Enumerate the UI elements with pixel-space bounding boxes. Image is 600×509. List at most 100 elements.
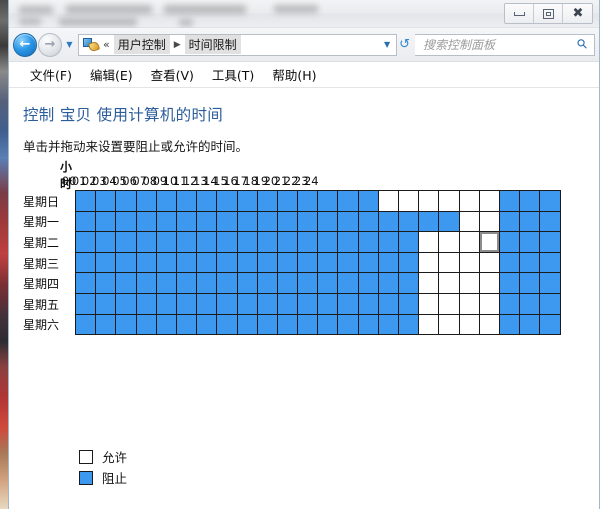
schedule-cell[interactable]	[136, 293, 156, 314]
schedule-cell[interactable]	[76, 314, 96, 335]
search-icon[interactable]: ⚲	[575, 36, 592, 53]
schedule-cell[interactable]	[318, 232, 338, 252]
schedule-cell[interactable]	[540, 232, 560, 252]
schedule-cell[interactable]	[439, 314, 459, 335]
schedule-cell[interactable]	[439, 191, 459, 211]
schedule-cell[interactable]	[318, 252, 338, 273]
schedule-cell[interactable]	[520, 273, 540, 293]
schedule-cell[interactable]	[399, 232, 419, 252]
search-input[interactable]: 搜索控制面板	[423, 36, 495, 53]
schedule-cell[interactable]	[237, 314, 257, 335]
schedule-cell[interactable]	[338, 293, 358, 314]
breadcrumb-overflow-icon[interactable]: «	[102, 38, 111, 51]
schedule-cell[interactable]	[277, 232, 298, 252]
schedule-cell[interactable]	[136, 273, 156, 293]
schedule-cell[interactable]	[520, 191, 540, 211]
schedule-cell[interactable]	[499, 293, 520, 314]
schedule-cell[interactable]	[277, 273, 298, 293]
schedule-cell[interactable]	[479, 252, 499, 273]
schedule-cell[interactable]	[318, 191, 338, 211]
schedule-cell[interactable]	[156, 191, 176, 211]
schedule-cell[interactable]	[358, 314, 378, 335]
breadcrumb-item-time-limits[interactable]: 时间限制	[184, 35, 241, 54]
schedule-cell[interactable]	[479, 232, 499, 252]
schedule-cell[interactable]	[540, 273, 560, 293]
schedule-cell[interactable]	[197, 252, 217, 273]
schedule-cell[interactable]	[540, 293, 560, 314]
schedule-cell[interactable]	[176, 252, 197, 273]
schedule-cell[interactable]	[399, 314, 419, 335]
recent-pages-button[interactable]: ▼	[62, 33, 77, 57]
schedule-cell[interactable]	[459, 252, 479, 273]
schedule-cell[interactable]	[237, 273, 257, 293]
menu-file[interactable]: 文件(F)	[21, 62, 81, 87]
schedule-cell[interactable]	[277, 211, 298, 232]
schedule-cell[interactable]	[358, 211, 378, 232]
schedule-cell[interactable]	[318, 293, 338, 314]
schedule-cell[interactable]	[156, 293, 176, 314]
schedule-cell[interactable]	[378, 252, 398, 273]
schedule-cell[interactable]	[459, 211, 479, 232]
schedule-cell[interactable]	[419, 211, 439, 232]
schedule-cell[interactable]	[96, 293, 116, 314]
schedule-cell[interactable]	[499, 232, 520, 252]
schedule-cell[interactable]	[419, 232, 439, 252]
schedule-cell[interactable]	[378, 273, 398, 293]
schedule-cell[interactable]	[298, 191, 318, 211]
schedule-cell[interactable]	[338, 252, 358, 273]
schedule-cell[interactable]	[136, 191, 156, 211]
schedule-cell[interactable]	[338, 273, 358, 293]
schedule-cell[interactable]	[96, 211, 116, 232]
schedule-cell[interactable]	[257, 211, 277, 232]
schedule-cell[interactable]	[217, 211, 237, 232]
schedule-cell[interactable]	[479, 273, 499, 293]
schedule-cell[interactable]	[156, 314, 176, 335]
schedule-cell[interactable]	[257, 191, 277, 211]
schedule-cell[interactable]	[156, 232, 176, 252]
schedule-cell[interactable]	[338, 232, 358, 252]
schedule-cell[interactable]	[499, 314, 520, 335]
schedule-cell[interactable]	[399, 191, 419, 211]
schedule-cell[interactable]	[459, 293, 479, 314]
schedule-cell[interactable]	[439, 273, 459, 293]
schedule-cell[interactable]	[96, 252, 116, 273]
schedule-cell[interactable]	[499, 273, 520, 293]
schedule-cell[interactable]	[479, 293, 499, 314]
schedule-cell[interactable]	[96, 273, 116, 293]
schedule-cell[interactable]	[197, 273, 217, 293]
schedule-cell[interactable]	[298, 314, 318, 335]
schedule-cell[interactable]	[277, 252, 298, 273]
schedule-cell[interactable]	[540, 252, 560, 273]
schedule-cell[interactable]	[76, 191, 96, 211]
schedule-cell[interactable]	[358, 293, 378, 314]
schedule-cell[interactable]	[156, 211, 176, 232]
schedule-cell[interactable]	[298, 273, 318, 293]
schedule-cell[interactable]	[378, 211, 398, 232]
schedule-cell[interactable]	[257, 232, 277, 252]
schedule-cell[interactable]	[479, 191, 499, 211]
schedule-cell[interactable]	[116, 273, 136, 293]
schedule-cell[interactable]	[520, 232, 540, 252]
schedule-cell[interactable]	[419, 293, 439, 314]
schedule-cell[interactable]	[197, 314, 217, 335]
schedule-cell[interactable]	[116, 232, 136, 252]
schedule-cell[interactable]	[237, 191, 257, 211]
schedule-grid[interactable]	[75, 190, 561, 336]
schedule-cell[interactable]	[338, 211, 358, 232]
menu-edit[interactable]: 编辑(E)	[81, 62, 142, 87]
schedule-cell[interactable]	[217, 273, 237, 293]
schedule-cell[interactable]	[520, 211, 540, 232]
window-titlebar[interactable]: ✖	[9, 0, 599, 28]
schedule-cell[interactable]	[399, 252, 419, 273]
schedule-cell[interactable]	[338, 314, 358, 335]
restore-button[interactable]	[534, 4, 563, 23]
schedule-cell[interactable]	[399, 273, 419, 293]
schedule-cell[interactable]	[298, 252, 318, 273]
search-box[interactable]: 搜索控制面板 ⚲	[415, 33, 595, 56]
schedule-cell[interactable]	[257, 314, 277, 335]
schedule-cell[interactable]	[156, 252, 176, 273]
schedule-cell[interactable]	[116, 191, 136, 211]
schedule-cell[interactable]	[96, 314, 116, 335]
schedule-cell[interactable]	[76, 211, 96, 232]
schedule-cell[interactable]	[96, 191, 116, 211]
